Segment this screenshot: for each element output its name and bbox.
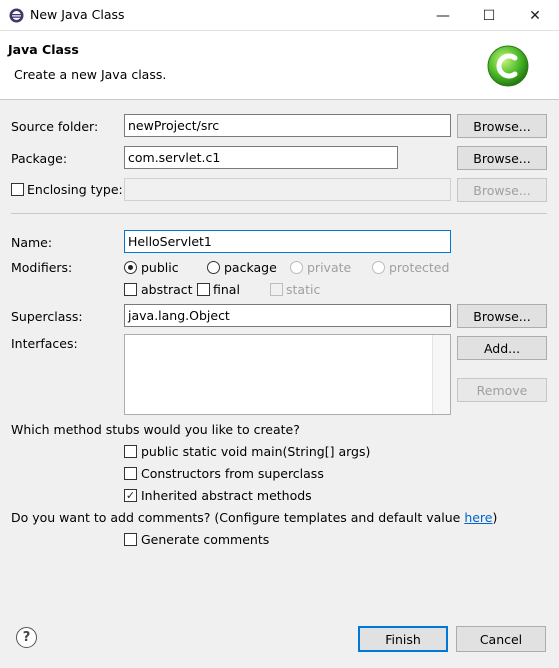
modifier-final-checkbox[interactable] [197, 283, 210, 296]
modifier-final-label: final [213, 282, 240, 297]
minimize-button[interactable]: — [420, 0, 466, 31]
configure-templates-link[interactable]: here [464, 510, 492, 525]
modifier-protected-label: protected [389, 260, 450, 275]
package-label: Package: [11, 151, 68, 166]
banner-title: Java Class [8, 42, 79, 57]
stub-inherited-checkbox[interactable]: ✓ [124, 489, 137, 502]
modifier-public-label: public [141, 260, 179, 275]
separator [11, 213, 547, 214]
interfaces-remove-button[interactable]: Remove [457, 378, 547, 402]
interfaces-list[interactable] [124, 334, 451, 415]
modifier-abstract-label: abstract [141, 282, 193, 297]
minimize-icon: — [436, 7, 450, 24]
superclass-input[interactable]: java.lang.Object [124, 304, 451, 327]
close-button[interactable]: ✕ [512, 0, 558, 31]
banner-description: Create a new Java class. [14, 67, 167, 82]
enclosing-type-checkbox[interactable] [11, 183, 24, 196]
comments-question-close: ) [492, 510, 498, 525]
superclass-label: Superclass: [11, 309, 83, 324]
enclosing-type-input[interactable] [124, 178, 451, 201]
interfaces-add-button[interactable]: Add... [457, 336, 547, 360]
stub-inherited-label: Inherited abstract methods [141, 488, 312, 503]
interfaces-scrollbar[interactable] [432, 335, 450, 414]
wizard-banner: Java Class Create a new Java class. [0, 31, 559, 100]
stub-main-label: public static void main(String[] args) [141, 444, 371, 459]
help-icon[interactable]: ? [16, 627, 37, 648]
name-input[interactable]: HelloServlet1 [124, 230, 451, 253]
generate-comments-checkbox[interactable] [124, 533, 137, 546]
modifier-static-checkbox[interactable] [270, 283, 283, 296]
modifiers-label: Modifiers: [11, 260, 73, 275]
enclosing-type-browse-button[interactable]: Browse... [457, 178, 547, 202]
eclipse-icon [9, 8, 24, 23]
finish-button[interactable]: Finish [358, 626, 448, 652]
close-icon: ✕ [529, 7, 541, 24]
interfaces-label: Interfaces: [11, 336, 78, 351]
modifier-static-label: static [286, 282, 321, 297]
modifier-package-label: package [224, 260, 277, 275]
maximize-button[interactable]: ☐ [466, 0, 512, 31]
package-browse-button[interactable]: Browse... [457, 146, 547, 170]
modifier-public-radio[interactable] [124, 261, 137, 274]
comments-question: Do you want to add comments? (Configure … [11, 510, 497, 525]
window-title: New Java Class [30, 7, 125, 22]
java-class-wizard-icon [487, 45, 529, 87]
modifier-private-radio[interactable] [290, 261, 303, 274]
cancel-button[interactable]: Cancel [456, 626, 546, 652]
modifier-package-radio[interactable] [207, 261, 220, 274]
stub-main-checkbox[interactable] [124, 445, 137, 458]
package-input[interactable]: com.servlet.c1 [124, 146, 398, 169]
source-folder-input[interactable]: newProject/src [124, 114, 451, 137]
maximize-icon: ☐ [482, 7, 496, 24]
superclass-browse-button[interactable]: Browse... [457, 304, 547, 328]
stub-constructors-checkbox[interactable] [124, 467, 137, 480]
modifier-private-label: private [307, 260, 352, 275]
title-bar: New Java Class — ☐ ✕ [0, 0, 559, 31]
stub-constructors-label: Constructors from superclass [141, 466, 324, 481]
source-folder-browse-button[interactable]: Browse... [457, 114, 547, 138]
name-label: Name: [11, 235, 53, 250]
modifier-abstract-checkbox[interactable] [124, 283, 137, 296]
method-stubs-question: Which method stubs would you like to cre… [11, 422, 300, 437]
comments-question-text: Do you want to add comments? (Configure … [11, 510, 465, 525]
source-folder-label: Source folder: [11, 119, 99, 134]
generate-comments-label: Generate comments [141, 532, 270, 547]
enclosing-type-label: Enclosing type: [27, 182, 123, 197]
modifier-protected-radio[interactable] [372, 261, 385, 274]
